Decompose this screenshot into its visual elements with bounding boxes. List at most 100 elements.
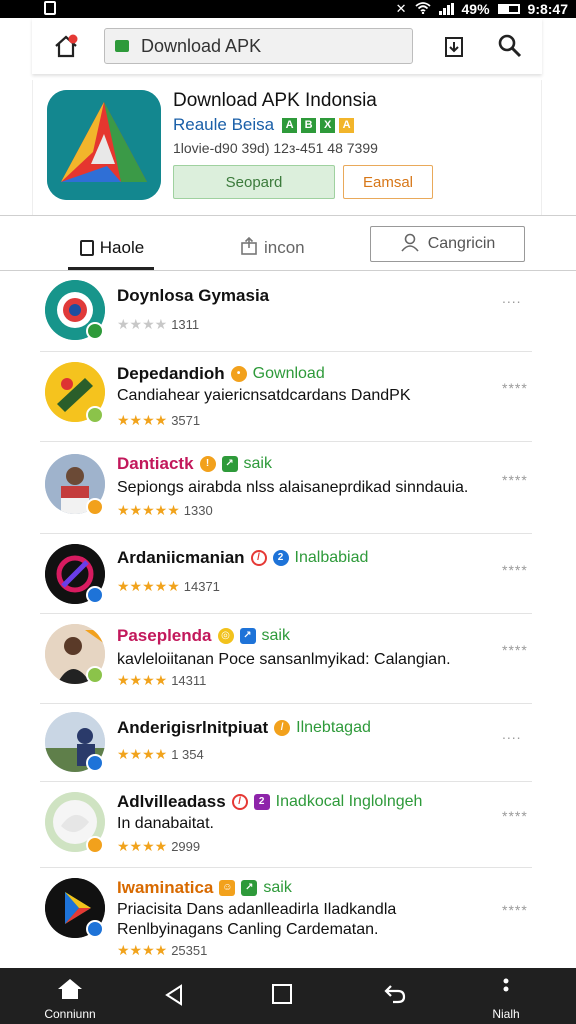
- more-options-icon[interactable]: ....: [502, 726, 522, 742]
- list-item[interactable]: Ardaniicmanian / 2 Inalbabiad ★★★★★ 1437…: [40, 534, 532, 614]
- badge-icon: A: [339, 117, 355, 133]
- share-icon[interactable]: [440, 32, 468, 60]
- item-tag: saik: [243, 455, 272, 472]
- item-name: Paseplenda: [117, 626, 212, 645]
- tab-search-field[interactable]: Cangricin: [370, 226, 525, 262]
- item-description: In danabaitat.: [117, 815, 214, 832]
- battery-percent: 49%: [461, 1, 490, 17]
- list-item[interactable]: Doynlosa Gymasia ★★★★ 1311 ....: [40, 272, 532, 352]
- verified-icon: [86, 322, 104, 340]
- list-item[interactable]: Anderigisrlnitpiuat / Ilnebtagad ★★★★ 1 …: [40, 704, 532, 782]
- more-options-icon[interactable]: ****: [502, 902, 528, 918]
- emoji-icon: ◎: [217, 628, 234, 644]
- emoji-icon: ☺: [219, 880, 236, 896]
- star-rating: ★★★★: [117, 316, 168, 332]
- nav-menu-label: Nialh: [492, 1007, 520, 1021]
- back-icon[interactable]: [163, 984, 185, 1006]
- developer-row: Reaule Beisa A B X A: [173, 115, 355, 135]
- recent-apps-icon[interactable]: [272, 984, 292, 1004]
- badge-icon: 2: [253, 794, 270, 810]
- trend-icon: ↗: [241, 880, 258, 896]
- status-bar: ✕ 49% 9:8:47: [0, 0, 576, 18]
- list-item[interactable]: Adlvilleadass / 2 Inadkocal Inglolngeh I…: [40, 782, 532, 868]
- developer-name[interactable]: Reaule Beisa: [173, 115, 274, 135]
- badge-icon: 2: [272, 550, 289, 566]
- list-item[interactable]: Paseplenda ◎ ↗ saik kavleloiitanan Poce …: [40, 614, 532, 704]
- item-name: Adlvilleadass: [117, 792, 226, 811]
- list-item[interactable]: Dantiactk ! ↗ saik Sepiongs airabda nlss…: [40, 442, 532, 534]
- rating-count: 2999: [171, 839, 201, 854]
- verified-icon: [86, 754, 104, 772]
- trend-icon: ↗: [239, 628, 256, 644]
- item-tag: saik: [263, 879, 292, 896]
- verified-icon: [86, 586, 104, 604]
- wifi-icon: [414, 1, 431, 17]
- badge-icon: A: [282, 117, 298, 133]
- star-rating: ★★★★: [117, 942, 168, 958]
- list-item[interactable]: Iwaminatica ☺ ↗ saik Priacisita Dans ada…: [40, 868, 532, 968]
- item-description: Candiahear yaiericnsatdcardans DandPK: [117, 387, 411, 404]
- rating-count: 1330: [183, 503, 213, 518]
- rating-count: 14371: [183, 579, 220, 594]
- email-button[interactable]: Eamsal: [343, 165, 433, 199]
- home-icon: [58, 979, 82, 999]
- tab-icon[interactable]: incon: [240, 226, 305, 270]
- verified-icon: [86, 836, 104, 854]
- verified-icon: [86, 406, 104, 424]
- app-title: Download APK Indonsia: [173, 90, 377, 111]
- item-name: Iwaminatica: [117, 878, 214, 897]
- list-item[interactable]: Depedandioh • Gownload Candiahear yaieri…: [40, 352, 532, 442]
- clock: 9:8:47: [527, 1, 568, 17]
- nav-menu-button[interactable]: Nialh: [488, 978, 524, 1021]
- rating-count: 3571: [171, 413, 201, 428]
- rating-count: 14311: [171, 673, 207, 688]
- verified-icon: [86, 920, 104, 938]
- more-options-icon[interactable]: ****: [502, 642, 528, 658]
- undo-icon[interactable]: [383, 982, 407, 1006]
- star-rating: ★★★★★: [117, 578, 180, 594]
- item-description: Sepiongs airabda nlss alaisaneprdikad si…: [117, 479, 469, 496]
- divider: [0, 215, 576, 216]
- search-icon[interactable]: [496, 32, 524, 60]
- home-alert-icon[interactable]: [52, 32, 80, 60]
- emoji-icon: •: [230, 366, 247, 382]
- signal-icon: [438, 3, 454, 15]
- rating-count: 1 354: [171, 747, 204, 762]
- url-field[interactable]: Download APK: [104, 28, 413, 64]
- more-options-icon[interactable]: ....: [502, 290, 522, 306]
- trend-icon: ↗: [221, 456, 238, 472]
- nav-home-button[interactable]: Conniunn: [42, 978, 98, 1021]
- tab-icon-label: incon: [264, 238, 305, 257]
- tab-search-label: Cangricin: [427, 235, 496, 252]
- top-bar: Download APK: [32, 18, 542, 74]
- user-icon: [400, 232, 420, 257]
- item-tag: Ilnebtagad: [296, 719, 371, 736]
- item-name: Anderigisrlnitpiuat: [117, 718, 269, 737]
- badge-icon: X: [320, 117, 336, 133]
- more-options-icon[interactable]: ****: [502, 472, 528, 488]
- tab-home-label: Haole: [99, 238, 145, 257]
- item-name: Depedandioh: [117, 364, 225, 383]
- more-options-icon[interactable]: ****: [502, 808, 528, 824]
- item-tag: saik: [261, 627, 290, 644]
- star-rating: ★★★★: [117, 746, 168, 762]
- item-tag: Inalbabiad: [294, 549, 369, 566]
- block-icon: /: [274, 720, 291, 736]
- item-tag: Inadkocal Inglolngeh: [275, 793, 423, 810]
- star-rating: ★★★★: [117, 412, 168, 428]
- badge-icon: B: [301, 117, 317, 133]
- navigation-bar: Conniunn Nialh: [0, 968, 576, 1024]
- secure-icon: [115, 40, 129, 52]
- more-options-icon[interactable]: ****: [502, 562, 528, 578]
- tab-home[interactable]: Haole: [70, 226, 154, 270]
- support-button[interactable]: Seopard: [173, 165, 335, 199]
- item-description: Priacisita Dans adanlleadirla Iladkandla: [117, 901, 397, 918]
- verified-icon: [86, 498, 104, 516]
- rating-count: 25351: [171, 943, 208, 958]
- more-options-icon[interactable]: ****: [502, 380, 528, 396]
- notification-icon: [44, 1, 56, 15]
- battery-icon: [497, 4, 520, 14]
- menu-dots-icon: [503, 978, 509, 992]
- divider: [0, 270, 576, 271]
- app-logo[interactable]: [47, 90, 161, 200]
